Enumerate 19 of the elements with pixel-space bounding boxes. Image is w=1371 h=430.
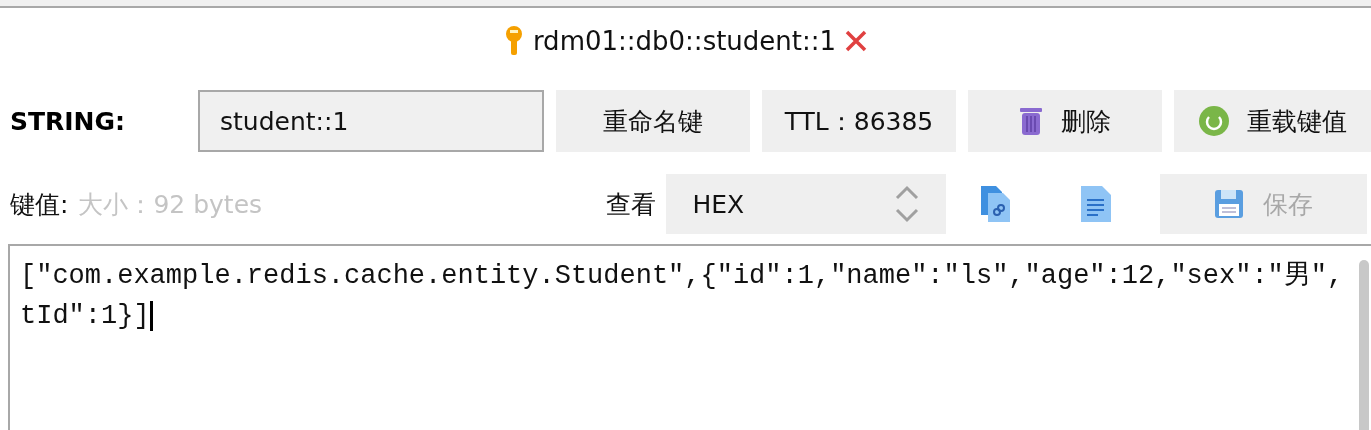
scrollbar[interactable]: [1359, 260, 1369, 430]
size-text: 大小：92 bytes: [78, 188, 264, 221]
value-label: 键值:: [10, 188, 69, 221]
rename-button[interactable]: 重命名键: [556, 90, 750, 152]
spinner-arrows-icon: [894, 184, 921, 224]
delete-button[interactable]: 删除: [968, 90, 1162, 152]
reload-button[interactable]: 重载键值: [1174, 90, 1371, 152]
linked-document-icon[interactable]: [980, 185, 1013, 223]
close-icon[interactable]: [844, 29, 869, 53]
trash-icon: [1019, 106, 1043, 136]
tab-title[interactable]: rdm01::db0::student::1: [532, 26, 837, 56]
text-document-icon[interactable]: [1080, 185, 1113, 223]
key-name-field[interactable]: student::1: [198, 90, 544, 152]
type-label: STRING:: [10, 106, 127, 136]
view-label: 查看: [606, 188, 657, 221]
ttl-button[interactable]: TTL：86385: [762, 90, 956, 152]
reload-icon: [1198, 106, 1229, 136]
value-editor[interactable]: ["com.example.redis.cache.entity.Student",{"id":1,"name":"ls","age":12,"sex":"男", tId":1}]: [10, 246, 1371, 336]
format-select[interactable]: HEX: [666, 174, 947, 234]
